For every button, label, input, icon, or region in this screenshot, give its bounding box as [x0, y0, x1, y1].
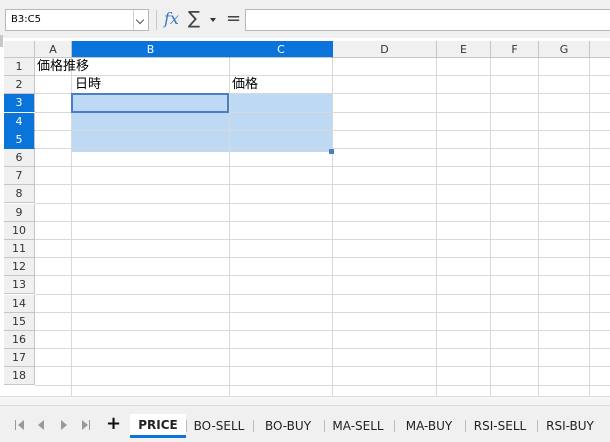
grid-hline: [35, 202, 610, 204]
row-header-12[interactable]: 12: [4, 258, 35, 277]
row-header-6[interactable]: 6: [4, 149, 35, 167]
cell-c2[interactable]: 価格: [232, 76, 258, 94]
sheet-tab-bo-sell[interactable]: BO-SELL: [189, 415, 249, 437]
grid-hline: [35, 293, 610, 295]
column-header-g[interactable]: G: [539, 41, 590, 58]
formula-input[interactable]: [245, 9, 610, 31]
cell-b2[interactable]: 日時: [75, 76, 101, 94]
sheet-tab-bo-buy[interactable]: BO-BUY: [256, 415, 320, 437]
grid-hline: [35, 257, 610, 259]
sum-dropdown-icon[interactable]: [210, 18, 216, 22]
row-header-4[interactable]: 4: [4, 112, 35, 131]
grid-hline: [35, 275, 610, 277]
grid-hline: [35, 148, 610, 149]
cell-grid[interactable]: 価格推移 日時 価格: [35, 58, 610, 396]
grid-vline: [589, 58, 590, 396]
grid-vline: [332, 58, 333, 396]
sheet-tab-price[interactable]: PRICE: [130, 414, 186, 438]
formula-toolbar: B3:C5 fx ∑ =: [0, 0, 610, 38]
tab-separator: [465, 420, 466, 432]
column-header-f[interactable]: F: [491, 41, 539, 58]
grid-hline: [35, 129, 610, 131]
sheet-tab-ma-sell[interactable]: MA-SELL: [327, 415, 389, 437]
row-header-8[interactable]: 8: [4, 185, 35, 204]
grid-hline: [35, 311, 610, 313]
sum-icon[interactable]: ∑: [188, 8, 200, 29]
grid-vline: [490, 58, 491, 396]
name-box-dropdown-icon[interactable]: [133, 10, 148, 30]
name-box-value: B3:C5: [11, 14, 41, 25]
column-header-next[interactable]: [590, 41, 610, 58]
grid-vline: [538, 58, 539, 396]
formula-icon[interactable]: =: [226, 8, 241, 29]
first-sheet-icon[interactable]: [14, 419, 26, 431]
tab-separator: [253, 420, 254, 432]
column-header-d[interactable]: D: [333, 41, 437, 58]
grid-vline: [436, 58, 437, 396]
grid-hline: [35, 330, 610, 331]
row-header-13[interactable]: 13: [4, 276, 35, 295]
column-header-e[interactable]: E: [437, 41, 491, 58]
grid-hline: [35, 184, 610, 186]
name-box[interactable]: B3:C5: [5, 9, 149, 31]
row-header-14[interactable]: 14: [4, 294, 35, 313]
grid-hline: [35, 75, 610, 77]
grid-hline: [35, 366, 610, 368]
next-sheet-icon[interactable]: [58, 419, 70, 431]
grid-hline: [35, 384, 610, 386]
row-header-3[interactable]: 3: [4, 94, 35, 113]
tab-separator: [186, 420, 187, 432]
row-header-15[interactable]: 15: [4, 312, 35, 331]
row-header-11[interactable]: 11: [4, 240, 35, 258]
horizontal-scrollbar[interactable]: [0, 396, 610, 406]
grid-hline: [35, 166, 610, 168]
grid-hline: [35, 220, 610, 222]
active-cell[interactable]: [71, 93, 229, 113]
autofill-handle[interactable]: [329, 149, 334, 154]
row-header-7[interactable]: 7: [4, 167, 35, 186]
function-wizard-icon[interactable]: fx: [164, 9, 179, 28]
last-sheet-icon[interactable]: [80, 419, 92, 431]
row-header-18[interactable]: 18: [4, 367, 35, 386]
tab-separator: [324, 420, 325, 432]
grid-vline: [229, 58, 230, 396]
row-header-17[interactable]: 17: [4, 349, 35, 368]
row-header-10[interactable]: 10: [4, 221, 35, 240]
cell-a1[interactable]: 価格推移: [37, 58, 89, 76]
column-header-a[interactable]: A: [35, 41, 72, 58]
row-header-2[interactable]: 2: [4, 76, 35, 95]
column-header-b[interactable]: B: [72, 41, 230, 58]
row-header-5[interactable]: 5: [4, 130, 35, 149]
toolbar-separator: [156, 10, 157, 30]
sheet-tab-bar: + PRICE BO-SELL BO-BUY MA-SELL MA-BUY RSI-SEL…: [0, 406, 610, 442]
sheet-tab-ma-buy[interactable]: MA-BUY: [397, 415, 461, 437]
side-marker: [0, 35, 3, 47]
grid-hline: [35, 239, 610, 240]
column-header-c[interactable]: C: [230, 41, 333, 58]
sheet-tab-rsi-sell[interactable]: RSI-SELL: [468, 415, 532, 437]
row-header-9[interactable]: 9: [4, 203, 35, 222]
sheet-tab-rsi-buy[interactable]: RSI-BUY: [540, 415, 600, 437]
previous-sheet-icon[interactable]: [36, 419, 48, 431]
row-header-1[interactable]: 1: [4, 58, 35, 76]
select-all-corner[interactable]: [4, 41, 35, 58]
tab-separator: [537, 420, 538, 432]
grid-hline: [35, 348, 610, 350]
row-header-16[interactable]: 16: [4, 331, 35, 349]
tab-separator: [394, 420, 395, 432]
add-sheet-button[interactable]: +: [106, 415, 121, 433]
